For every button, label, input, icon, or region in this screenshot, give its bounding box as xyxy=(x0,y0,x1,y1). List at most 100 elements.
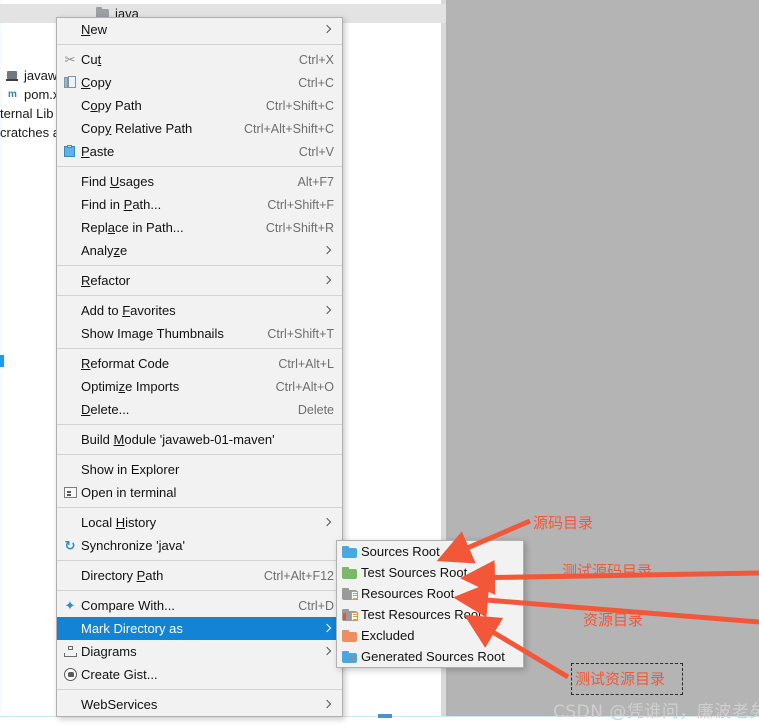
chevron-right-icon xyxy=(322,517,334,529)
submenu-item-resources-root[interactable]: Resources Root xyxy=(337,583,523,604)
menu-item-find-in-path[interactable]: Find in Path... Ctrl+Shift+F xyxy=(57,193,342,216)
submenu-item-label: Excluded xyxy=(361,628,415,643)
submenu-item-generated-sources-root[interactable]: ⚙ Generated Sources Root xyxy=(337,646,523,667)
tree-row[interactable]: cratches a xyxy=(0,123,60,142)
menu-item-add-to-favorites[interactable]: Add to Favorites xyxy=(57,299,342,322)
mark-directory-as-submenu[interactable]: Sources Root Test Sources Root Resources R… xyxy=(336,540,524,668)
tree-row[interactable]: ternal Lib xyxy=(0,104,53,123)
compare-icon-glyph: ✦ xyxy=(64,598,76,613)
ide-window: javarewjavawebmpom.xmternal Libcratches … xyxy=(0,0,759,727)
menu-separator xyxy=(57,265,342,266)
status-bar-progress-tick xyxy=(378,714,392,718)
menu-item-label: Copy Relative Path xyxy=(81,121,193,136)
menu-item-refactor[interactable]: Refactor xyxy=(57,269,342,292)
menu-item-label: Add to Favorites xyxy=(81,303,176,318)
menu-item-label: Copy xyxy=(81,75,112,90)
terminal-icon-glyph xyxy=(63,487,77,498)
menu-item-copy[interactable]: Copy Ctrl+C xyxy=(57,71,342,94)
submenu-item-test-sources-root[interactable]: Test Sources Root xyxy=(337,562,523,583)
module-icon xyxy=(6,69,19,82)
menu-item-cut[interactable]: ✂ Cut Ctrl+X xyxy=(57,48,342,71)
menu-item-webservices[interactable]: WebServices xyxy=(57,693,342,716)
menu-separator xyxy=(57,560,342,561)
copy-icon xyxy=(59,74,81,92)
menu-item-reformat-code[interactable]: Reformat Code Ctrl+Alt+L xyxy=(57,352,342,375)
folder-sources-icon xyxy=(337,544,361,560)
submenu-item-sources-root[interactable]: Sources Root xyxy=(337,541,523,562)
paste-icon-glyph xyxy=(64,145,76,158)
diagram-icon xyxy=(59,643,81,661)
menu-separator xyxy=(57,166,342,167)
menu-item-show-in-explorer[interactable]: Show in Explorer xyxy=(57,458,342,481)
menu-item-shortcut: Ctrl+X xyxy=(298,52,334,67)
menu-separator xyxy=(57,507,342,508)
folder-test-sources-icon xyxy=(337,565,361,581)
chevron-right-icon xyxy=(322,305,334,317)
menu-item-label: Create Gist... xyxy=(81,667,158,682)
menu-item-show-image-thumbnails[interactable]: Show Image Thumbnails Ctrl+Shift+T xyxy=(57,322,342,345)
menu-item-local-history[interactable]: Local History xyxy=(57,511,342,534)
chevron-right-icon xyxy=(322,245,334,257)
menu-item-label: Copy Path xyxy=(81,98,142,113)
menu-item-label: Synchronize 'java' xyxy=(81,538,185,553)
submenu-item-excluded[interactable]: Excluded xyxy=(337,625,523,646)
menu-item-build-module-javaweb-01-maven[interactable]: Build Module 'javaweb-01-maven' xyxy=(57,428,342,451)
menu-item-shortcut: Ctrl+V xyxy=(298,144,334,159)
menu-item-label: Paste xyxy=(81,144,115,159)
menu-item-shortcut: Ctrl+Shift+T xyxy=(267,326,334,341)
menu-item-replace-in-path[interactable]: Replace in Path... Ctrl+Shift+R xyxy=(57,216,342,239)
no-icon xyxy=(59,272,81,290)
menu-separator xyxy=(57,295,342,296)
gutter-marker xyxy=(0,355,4,367)
menu-item-delete[interactable]: Delete... Delete xyxy=(57,398,342,421)
menu-item-shortcut: Ctrl+Alt+O xyxy=(275,379,334,394)
no-icon xyxy=(59,302,81,320)
menu-item-optimize-imports[interactable]: Optimize Imports Ctrl+Alt+O xyxy=(57,375,342,398)
menu-item-label: Optimize Imports xyxy=(81,379,180,394)
menu-item-paste[interactable]: Paste Ctrl+V xyxy=(57,140,342,163)
menu-item-shortcut: Ctrl+Alt+L xyxy=(278,356,334,371)
directory-context-menu[interactable]: New ✂ Cut Ctrl+X Copy Ctrl+C Copy Path Ctrl+Shi… xyxy=(56,17,343,717)
terminal-icon xyxy=(59,484,81,502)
menu-item-label: Replace in Path... xyxy=(81,220,184,235)
menu-item-directory-path[interactable]: Directory Path Ctrl+Alt+F12 xyxy=(57,564,342,587)
menu-item-shortcut: Ctrl+D xyxy=(298,598,334,613)
menu-item-find-usages[interactable]: Find Usages Alt+F7 xyxy=(57,170,342,193)
menu-item-copy-path[interactable]: Copy Path Ctrl+Shift+C xyxy=(57,94,342,117)
menu-item-analyze[interactable]: Analyze xyxy=(57,239,342,262)
menu-item-copy-relative-path[interactable]: Copy Relative Path Ctrl+Alt+Shift+C xyxy=(57,117,342,140)
chevron-right-icon xyxy=(322,699,334,711)
folder-resources-icon xyxy=(337,586,361,602)
menu-item-label: Compare With... xyxy=(81,598,175,613)
menu-item-compare-with[interactable]: ✦ Compare With... Ctrl+D xyxy=(57,594,342,617)
submenu-item-label: Generated Sources Root xyxy=(361,649,505,664)
menu-item-synchronize-java[interactable]: ↻ Synchronize 'java' xyxy=(57,534,342,557)
submenu-item-label: Test Sources Root xyxy=(361,565,468,580)
menu-item-shortcut: Ctrl+Alt+F12 xyxy=(263,568,334,583)
menu-item-label: Directory Path xyxy=(81,568,164,583)
submenu-item-test-resources-root[interactable]: Test Resources Root xyxy=(337,604,523,625)
chevron-right-icon xyxy=(322,275,334,287)
menu-item-open-in-terminal[interactable]: Open in terminal xyxy=(57,481,342,504)
menu-separator xyxy=(57,454,342,455)
menu-item-label: Delete... xyxy=(81,402,130,417)
no-icon xyxy=(59,21,81,39)
submenu-item-label: Sources Root xyxy=(361,544,440,559)
folder-generated-sources-icon: ⚙ xyxy=(337,649,361,665)
menu-item-mark-directory-as[interactable]: Mark Directory as xyxy=(57,617,342,640)
menu-item-new[interactable]: New xyxy=(57,18,342,41)
menu-item-label: Show Image Thumbnails xyxy=(81,326,224,341)
menu-separator xyxy=(57,590,342,591)
menu-item-label: Reformat Code xyxy=(81,356,170,371)
no-icon xyxy=(59,461,81,479)
no-icon xyxy=(59,173,81,191)
tree-row-label: cratches a xyxy=(0,125,60,140)
menu-item-diagrams[interactable]: Diagrams xyxy=(57,640,342,663)
menu-item-shortcut: Ctrl+Alt+Shift+C xyxy=(244,121,334,136)
menu-item-shortcut: Alt+F7 xyxy=(297,174,334,189)
tree-row-label: ternal Lib xyxy=(0,106,54,121)
no-icon xyxy=(59,401,81,419)
menu-item-create-gist[interactable]: Create Gist... xyxy=(57,663,342,686)
no-icon xyxy=(59,120,81,138)
annotation-label-sources: 源码目录 xyxy=(533,514,594,532)
